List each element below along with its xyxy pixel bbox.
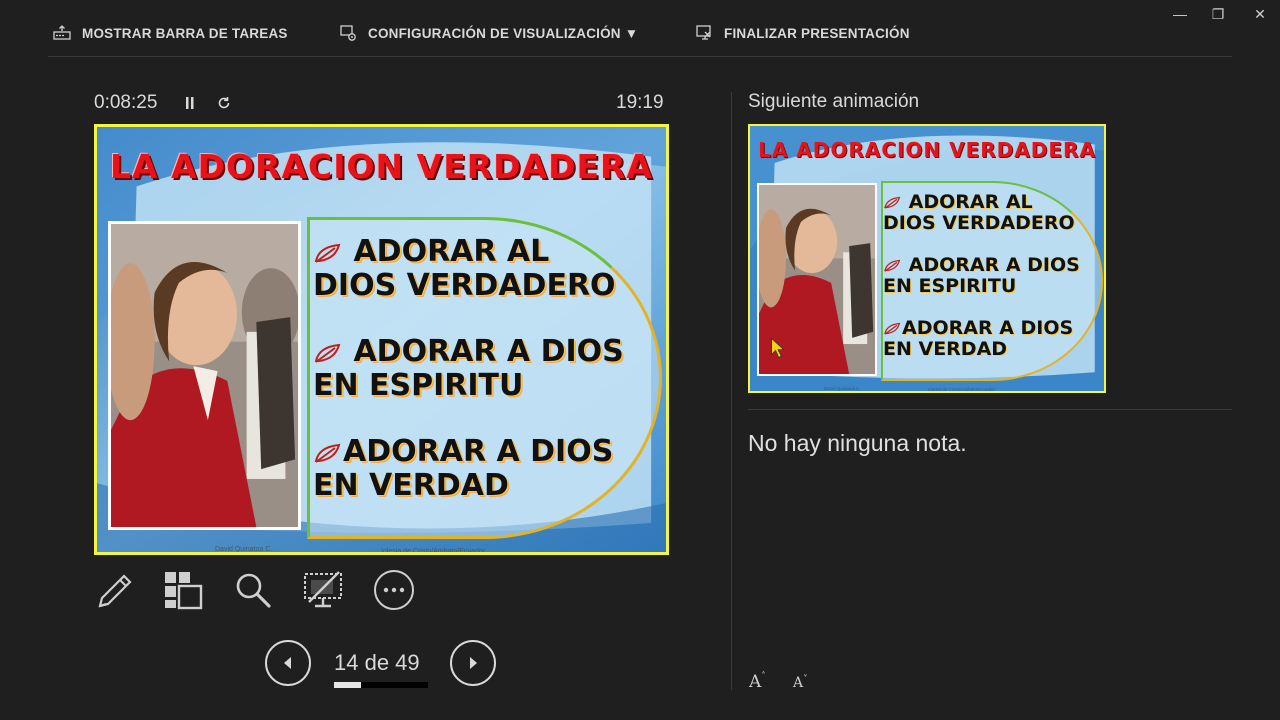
next-slide-button[interactable]	[450, 640, 496, 686]
next-slide-preview[interactable]: LA ADORACION VERDADERA ADORAR AL DIOS VER…	[748, 124, 1106, 393]
display-settings-icon	[340, 25, 356, 41]
leaf-bullet-icon	[314, 443, 341, 463]
decrease-font-button[interactable]: A˅	[793, 675, 808, 691]
bullet-item: ADORAR AL DIOS VERDADERO	[883, 191, 1075, 235]
leaf-bullet-icon	[884, 196, 901, 209]
leaf-bullet-icon	[314, 243, 341, 263]
bullet-line2: EN VERDAD	[313, 467, 509, 503]
magnifier-icon	[236, 573, 271, 608]
bullet-line2: EN ESPIRITU	[313, 367, 524, 403]
slide-progress-bar	[334, 682, 428, 688]
slide-credit-church: Iglesia de Cristo/Ambato/Ecuador	[928, 387, 996, 392]
notes-divider	[748, 409, 1232, 410]
pane-divider	[731, 92, 732, 690]
taskbar-icon	[53, 25, 71, 40]
slide-title: LA ADORACION VERDADERA	[110, 147, 653, 186]
end-show-icon	[696, 25, 711, 40]
bullet-line1: ADORAR A DIOS	[343, 334, 624, 369]
bullet-line1: ADORAR A DIOS	[902, 254, 1080, 276]
reset-timer-button[interactable]	[217, 96, 231, 110]
pause-icon	[186, 97, 194, 109]
restart-icon	[218, 97, 230, 109]
bullet-line1: ADORAR AL	[902, 191, 1033, 213]
bullet-item: ADORAR AL DIOS VERDADERO	[313, 235, 616, 302]
leaf-bullet-icon	[884, 259, 901, 272]
bullet-item: ADORAR A DIOS EN VERDAD	[313, 435, 613, 502]
caret-up-icon: ˄	[761, 672, 766, 682]
previous-slide-button[interactable]	[265, 640, 311, 686]
leaf-bullet-icon	[884, 322, 901, 335]
restore-button[interactable]: ❐	[1210, 6, 1226, 22]
zoom-button[interactable]	[231, 568, 275, 612]
mouse-pointer-icon	[771, 337, 785, 359]
slide-photo	[108, 221, 301, 530]
next-animation-label: Siguiente animación	[748, 91, 920, 112]
speaker-notes: No hay ninguna nota.	[748, 430, 967, 456]
bullet-line1: ADORAR A DIOS	[343, 434, 614, 469]
show-taskbar-button[interactable]: MOSTRAR BARRA DE TAREAS	[52, 22, 288, 44]
slide-credit-author: David Quinatoa C.	[824, 386, 861, 391]
photo-image	[111, 224, 298, 527]
clock: 19:19	[616, 92, 664, 113]
display-settings-button[interactable]: CONFIGURACIÓN DE VISUALIZACIÓN ▼	[338, 22, 638, 44]
bullet-line2: EN ESPIRITU	[883, 275, 1017, 298]
end-show-button[interactable]: FINALIZAR PRESENTACIÓN	[694, 22, 910, 44]
minimize-button[interactable]: —	[1172, 6, 1188, 22]
black-screen-icon	[304, 571, 342, 608]
chevron-left-icon	[284, 657, 291, 669]
elapsed-timer: 0:08:25	[94, 92, 158, 113]
pen-icon	[98, 574, 132, 608]
pause-timer-button[interactable]	[184, 96, 196, 110]
end-show-label: FINALIZAR PRESENTACIÓN	[724, 25, 910, 41]
more-options-button[interactable]	[372, 568, 416, 612]
bullet-line2: EN VERDAD	[883, 338, 1008, 361]
leaf-bullet-icon	[314, 343, 341, 363]
increase-font-button[interactable]: A˄	[749, 672, 766, 692]
slide-title: LA ADORACION VERDADERA	[758, 138, 1096, 162]
slide-counter[interactable]: 14 de 49	[334, 650, 420, 676]
bullet-line1: ADORAR AL	[343, 234, 550, 269]
slide-progress-fill	[334, 682, 361, 688]
black-screen-button[interactable]	[301, 568, 345, 612]
bullet-item: ADORAR A DIOS EN ESPIRITU	[313, 335, 624, 402]
bullet-item: ADORAR A DIOS EN ESPIRITU	[883, 254, 1080, 298]
bullet-line2: DIOS VERDADERO	[883, 212, 1075, 235]
slide-credit-author: David Quinatoa C.	[215, 546, 273, 553]
pen-tool-button[interactable]	[92, 568, 136, 612]
see-all-slides-button[interactable]	[160, 568, 204, 612]
bullet-item: ADORAR A DIOS EN VERDAD	[883, 317, 1074, 361]
caret-down-icon: ˅	[803, 675, 808, 685]
display-settings-label: CONFIGURACIÓN DE VISUALIZACIÓN ▼	[368, 25, 639, 41]
chevron-right-icon	[470, 657, 477, 669]
bullet-line2: DIOS VERDADERO	[313, 267, 616, 303]
toolbar-divider	[48, 56, 1232, 57]
show-taskbar-label: MOSTRAR BARRA DE TAREAS	[82, 25, 288, 41]
bullet-line1: ADORAR A DIOS	[902, 317, 1074, 339]
slide-credit-church: Iglesia de Cristo/Ambato/Ecuador	[381, 548, 486, 555]
close-button[interactable]: ✕	[1252, 6, 1268, 22]
current-slide[interactable]: LA ADORACION VERDADERA ADORAR AL DIOS VER…	[94, 124, 669, 555]
more-icon	[374, 570, 414, 610]
grid-icon	[165, 572, 203, 610]
